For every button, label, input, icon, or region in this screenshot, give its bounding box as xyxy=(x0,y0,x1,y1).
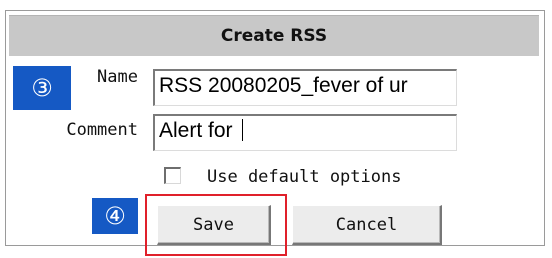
step-3-badge: ③ xyxy=(13,66,71,110)
dialog-title: Create RSS xyxy=(9,15,539,56)
text-caret xyxy=(242,119,244,141)
cancel-button[interactable]: Cancel xyxy=(292,205,442,245)
save-highlight-box xyxy=(145,194,287,256)
use-default-options-label[interactable]: Use default options xyxy=(207,167,401,187)
step-4-badge: ④ xyxy=(92,198,138,234)
name-label: Name xyxy=(97,67,138,87)
name-input[interactable]: RSS 20080205_fever of ur xyxy=(153,69,457,106)
comment-label: Comment xyxy=(66,120,138,140)
comment-input-value: Alert for xyxy=(159,119,239,142)
name-input-value: RSS 20080205_fever of ur xyxy=(159,74,408,97)
use-default-options-checkbox[interactable] xyxy=(164,167,181,184)
comment-input[interactable]: Alert for xyxy=(153,114,457,151)
top-edge xyxy=(0,0,552,8)
